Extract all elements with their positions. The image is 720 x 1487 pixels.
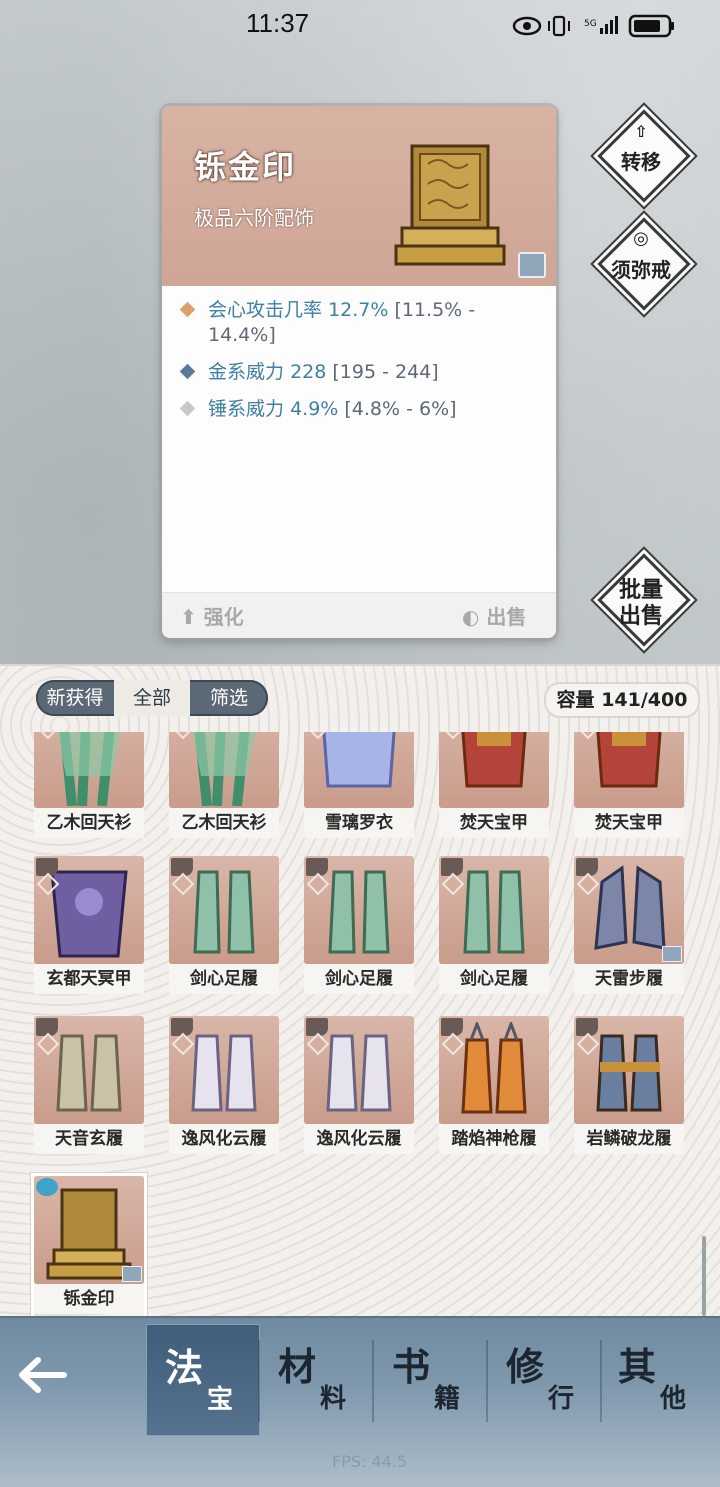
inventory-item[interactable]: 逸风化云履 [169,1016,279,1156]
stat-value: 4.9% [290,398,339,420]
inventory-item-selected[interactable]: 铄金印 [34,1176,144,1316]
flame-boots-icon [461,1022,527,1114]
item-stats: 会心攻击几率 12.7% [11.5% - 14.4%] 金系威力 228 [1… [178,298,548,434]
diamond-bullet-icon [179,363,196,380]
stat-value: 228 [290,361,327,383]
blue-robe-icon [322,732,396,788]
diamond-bullet-icon [179,301,196,318]
status-bar: 11:37 5G [0,0,720,52]
clock: 11:37 [246,8,310,38]
fps-counter: FPS: 44.5 [332,1452,408,1471]
inventory-panel: 新获得 全部 筛选 容量 141/400 乙木回天衫 乙木回天衫 雪璃罗衣 焚天… [0,664,720,1326]
inventory-item[interactable]: 玄都天冥甲 [34,856,144,996]
white-boots-icon [191,1034,257,1112]
inventory-item[interactable]: 剑心足履 [439,856,549,996]
storage-bag-icon [122,1266,142,1282]
status-icons: 5G [512,14,674,38]
transfer-button[interactable]: ⇧ 转移 [597,109,691,203]
tab-materials[interactable]: 材 料 [260,1324,372,1434]
inventory-item[interactable]: 天雷步履 [574,856,684,996]
inventory-item[interactable]: 剑心足履 [304,856,414,996]
sell-button[interactable]: ◐ 出售 [462,601,526,630]
capacity-badge: 容量 141/400 [544,682,700,718]
scrollbar[interactable] [702,1236,706,1316]
tab-cultivation[interactable]: 修 行 [488,1324,600,1434]
green-robe-icon [192,732,256,806]
ring-icon: ◎ [633,228,649,249]
batch-sell-button[interactable]: 批量 出售 [597,553,691,647]
red-armor-icon [461,732,527,788]
stat-row: 锤系威力 4.9% [4.8% - 6%] [178,397,548,422]
up-arrow-icon: ⬆ [180,605,197,629]
eye-icon [512,16,542,36]
diamond-bullet-icon [179,400,196,417]
inventory-item[interactable]: 焚天宝甲 [574,732,684,840]
silk-boots-icon [56,1034,122,1112]
inventory-item[interactable]: 乙木回天衫 [34,732,144,840]
green-robe-icon [57,732,121,806]
stat-value: 12.7% [328,299,389,321]
tab-all[interactable]: 全部 [114,680,190,716]
item-name: 铄金印 [194,148,297,186]
tab-new[interactable]: 新获得 [36,680,114,716]
purple-armor-icon [50,870,128,958]
back-arrow-icon[interactable] [14,1350,74,1400]
stat-label: 金系威力 [208,361,285,383]
storage-bag-icon [518,252,546,278]
tab-other[interactable]: 其 他 [600,1324,712,1434]
card-actions: ⬆ 强化 ◐ 出售 [162,592,556,638]
filter-tabs: 新获得 全部 筛选 [36,680,268,716]
ring-type-icon [36,1178,58,1196]
up-arrow-icon: ⇧ [634,122,648,141]
item-header: 铄金印 极品六阶配饰 [162,106,556,286]
inventory-item[interactable]: 雪璃罗衣 [304,732,414,840]
inventory-item[interactable]: 剑心足履 [169,856,279,996]
red-armor-icon [596,732,662,788]
jade-boots-icon [328,870,390,954]
dragon-boots-icon [596,1034,662,1112]
golden-seal-icon [394,144,506,266]
stat-label: 锤系威力 [208,398,285,420]
stat-row: 金系威力 228 [195 - 244] [178,360,548,385]
inventory-item[interactable]: 焚天宝甲 [439,732,549,840]
tab-treasure[interactable]: 法 宝 [146,1324,260,1436]
item-detail-card: 铄金印 极品六阶配饰 会心攻击几率 12.7% [11.5% - 14.4%] … [162,106,556,638]
signal-icon [600,16,618,34]
jade-boots-icon [193,870,255,954]
inventory-item[interactable]: 逸风化云履 [304,1016,414,1156]
tab-books[interactable]: 书 籍 [374,1324,486,1434]
stat-range: [4.8% - 6%] [344,398,457,420]
inventory-item[interactable]: 天音玄履 [34,1016,144,1156]
jade-boots-icon [463,870,525,954]
battery-icon [628,14,674,38]
coin-icon: ◐ [462,605,480,629]
item-grade: 极品六阶配饰 [194,206,314,230]
stat-range: [195 - 244] [332,361,439,383]
stat-label: 会心攻击几率 [208,299,323,321]
enhance-button[interactable]: ⬆ 强化 [180,601,244,630]
sumeru-ring-button[interactable]: ◎ 须弥戒 [597,217,691,311]
inventory-item[interactable]: 踏焰神枪履 [439,1016,549,1156]
inventory-item[interactable]: 岩鳞破龙履 [574,1016,684,1156]
stat-row: 会心攻击几率 12.7% [11.5% - 14.4%] [178,298,548,348]
svg-text:5G: 5G [584,19,597,29]
white-boots-icon [326,1034,392,1112]
item-grid: 乙木回天衫 乙木回天衫 雪璃罗衣 焚天宝甲 焚天宝甲 玄都天冥甲 剑心足履 剑心… [0,732,720,1322]
inventory-item[interactable]: 乙木回天衫 [169,732,279,840]
tab-filter[interactable]: 筛选 [190,680,268,716]
storage-bag-icon [662,946,682,962]
vibrate-icon [548,15,570,37]
